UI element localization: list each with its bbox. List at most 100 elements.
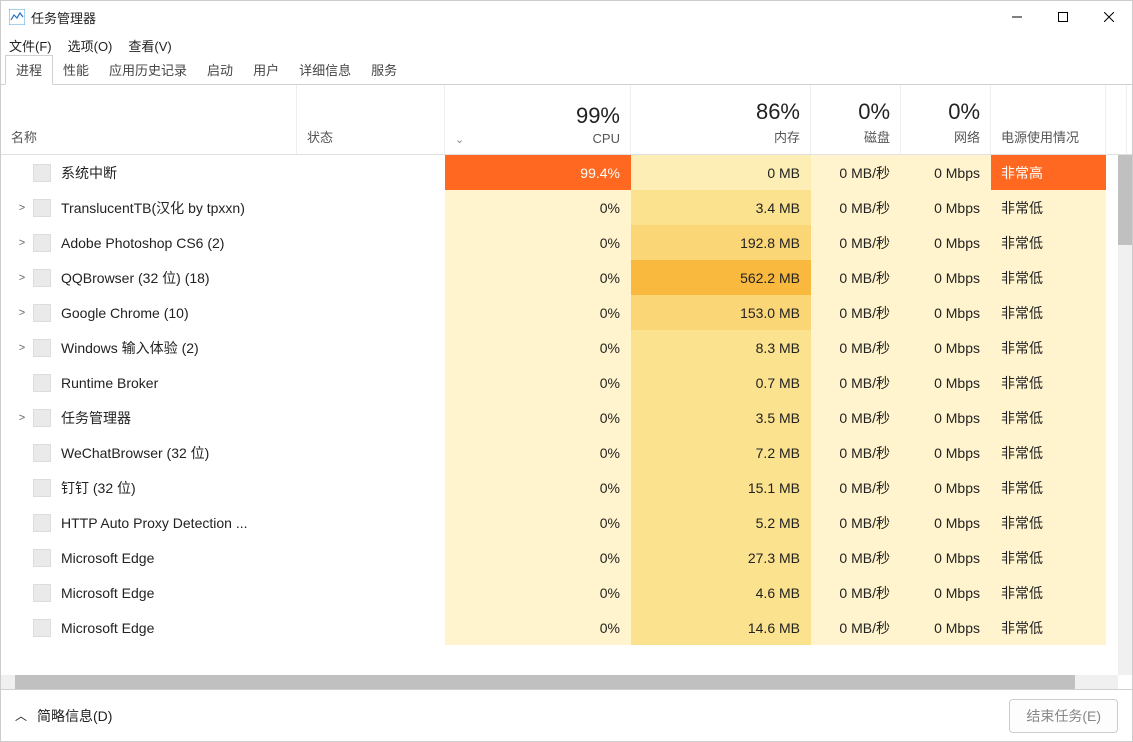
cell-network: 0 Mbps <box>901 435 991 470</box>
cell-memory: 5.2 MB <box>631 505 811 540</box>
expand-chevron-icon[interactable]: > <box>11 342 33 354</box>
table-row[interactable]: 钉钉 (32 位)0%15.1 MB0 MB/秒0 Mbps非常低 <box>1 470 1132 505</box>
cell-cpu: 0% <box>445 400 631 435</box>
column-label: 状态 <box>307 127 434 146</box>
cell-power: 非常低 <box>991 470 1106 505</box>
cell-disk: 0 MB/秒 <box>811 470 901 505</box>
cell-memory: 153.0 MB <box>631 295 811 330</box>
tab-performance[interactable]: 性能 <box>53 56 99 84</box>
table-row[interactable]: Microsoft Edge0%4.6 MB0 MB/秒0 Mbps非常低 <box>1 575 1132 610</box>
maximize-button[interactable] <box>1040 1 1086 33</box>
cell-status <box>297 470 445 505</box>
cell-memory: 14.6 MB <box>631 610 811 645</box>
menubar: 文件(F) 选项(O) 查看(V) <box>1 33 1132 57</box>
cell-cpu: 0% <box>445 295 631 330</box>
process-icon <box>33 234 51 252</box>
cell-cpu: 0% <box>445 610 631 645</box>
cell-memory: 15.1 MB <box>631 470 811 505</box>
column-header-name[interactable]: 名称 <box>1 85 297 154</box>
cell-disk: 0 MB/秒 <box>811 155 901 190</box>
process-name: 钉钉 (32 位) <box>61 478 136 498</box>
process-name: Microsoft Edge <box>61 550 154 566</box>
cell-network: 0 Mbps <box>901 225 991 260</box>
vertical-scrollbar[interactable] <box>1118 155 1132 675</box>
expand-chevron-icon[interactable]: > <box>11 307 33 319</box>
column-label: 名称 <box>11 127 286 146</box>
cell-status <box>297 365 445 400</box>
cell-name: WeChatBrowser (32 位) <box>1 435 297 470</box>
cell-disk: 0 MB/秒 <box>811 575 901 610</box>
column-header-cpu[interactable]: ⌄ 99% CPU <box>445 85 631 154</box>
cell-network: 0 Mbps <box>901 295 991 330</box>
disk-total-pct: 0% <box>858 99 890 125</box>
table-row[interactable]: Microsoft Edge0%27.3 MB0 MB/秒0 Mbps非常低 <box>1 540 1132 575</box>
tab-users[interactable]: 用户 <box>243 56 289 84</box>
column-header-disk[interactable]: 0% 磁盘 <box>811 85 901 154</box>
menu-options[interactable]: 选项(O) <box>68 36 113 55</box>
cell-status <box>297 155 445 190</box>
table-row[interactable]: >Adobe Photoshop CS6 (2)0%192.8 MB0 MB/秒… <box>1 225 1132 260</box>
table-row[interactable]: >QQBrowser (32 位) (18)0%562.2 MB0 MB/秒0 … <box>1 260 1132 295</box>
cell-power: 非常低 <box>991 575 1106 610</box>
table-row[interactable]: >TranslucentTB(汉化 by tpxxn)0%3.4 MB0 MB/… <box>1 190 1132 225</box>
vertical-scrollbar-thumb[interactable] <box>1118 155 1132 245</box>
cell-cpu: 0% <box>445 470 631 505</box>
horizontal-scrollbar-thumb[interactable] <box>15 675 1075 689</box>
tab-startup[interactable]: 启动 <box>197 56 243 84</box>
column-header-status[interactable]: 状态 <box>297 85 445 154</box>
process-icon <box>33 199 51 217</box>
tab-services[interactable]: 服务 <box>361 56 407 84</box>
minimize-button[interactable] <box>994 1 1040 33</box>
table-row[interactable]: >Google Chrome (10)0%153.0 MB0 MB/秒0 Mbp… <box>1 295 1132 330</box>
column-header-power[interactable]: 电源使用情况 <box>991 85 1106 154</box>
cell-cpu: 0% <box>445 260 631 295</box>
process-name: QQBrowser (32 位) (18) <box>61 268 210 288</box>
network-total-pct: 0% <box>948 99 980 125</box>
tab-app-history[interactable]: 应用历史记录 <box>99 56 197 84</box>
table-row[interactable]: Runtime Broker0%0.7 MB0 MB/秒0 Mbps非常低 <box>1 365 1132 400</box>
process-icon <box>33 269 51 287</box>
cell-power: 非常低 <box>991 295 1106 330</box>
table-row[interactable]: WeChatBrowser (32 位)0%7.2 MB0 MB/秒0 Mbps… <box>1 435 1132 470</box>
titlebar: 任务管理器 <box>1 1 1132 33</box>
fewer-details-toggle[interactable]: ︿ 简略信息(D) <box>15 706 112 726</box>
table-row[interactable]: 系统中断99.4%0 MB0 MB/秒0 Mbps非常高 <box>1 155 1132 190</box>
cell-disk: 0 MB/秒 <box>811 505 901 540</box>
cell-disk: 0 MB/秒 <box>811 540 901 575</box>
cell-name: > Windows 输入体验 (2) <box>1 330 297 365</box>
cell-network: 0 Mbps <box>901 330 991 365</box>
cell-power: 非常低 <box>991 190 1106 225</box>
table-row[interactable]: HTTP Auto Proxy Detection ...0%5.2 MB0 M… <box>1 505 1132 540</box>
menu-file[interactable]: 文件(F) <box>9 36 52 55</box>
end-task-button[interactable]: 结束任务(E) <box>1009 699 1118 733</box>
cell-name: >任务管理器 <box>1 400 297 435</box>
menu-view[interactable]: 查看(V) <box>128 36 171 55</box>
table-row[interactable]: >任务管理器0%3.5 MB0 MB/秒0 Mbps非常低 <box>1 400 1132 435</box>
cell-memory: 0 MB <box>631 155 811 190</box>
column-label: CPU <box>593 131 620 146</box>
table-row[interactable]: >Windows 输入体验 (2)0%8.3 MB0 MB/秒0 Mbps非常低 <box>1 330 1132 365</box>
expand-chevron-icon[interactable]: > <box>11 272 33 284</box>
window-controls <box>994 1 1132 33</box>
process-name: Windows 输入体验 (2) <box>61 338 199 358</box>
horizontal-scrollbar[interactable] <box>1 675 1118 689</box>
column-header-network[interactable]: 0% 网络 <box>901 85 991 154</box>
cell-status <box>297 260 445 295</box>
process-name: Microsoft Edge <box>61 620 154 636</box>
close-button[interactable] <box>1086 1 1132 33</box>
cell-cpu: 0% <box>445 540 631 575</box>
cell-status <box>297 225 445 260</box>
expand-chevron-icon[interactable]: > <box>11 237 33 249</box>
process-name: Runtime Broker <box>61 375 158 391</box>
cell-status <box>297 505 445 540</box>
cell-name: Microsoft Edge <box>1 610 297 645</box>
tab-details[interactable]: 详细信息 <box>289 56 361 84</box>
cell-disk: 0 MB/秒 <box>811 365 901 400</box>
cell-power: 非常低 <box>991 260 1106 295</box>
table-row[interactable]: Microsoft Edge0%14.6 MB0 MB/秒0 Mbps非常低 <box>1 610 1132 645</box>
expand-chevron-icon[interactable]: > <box>11 412 33 424</box>
tab-processes[interactable]: 进程 <box>5 55 53 85</box>
column-header-memory[interactable]: 86% 内存 <box>631 85 811 154</box>
cell-power: 非常低 <box>991 365 1106 400</box>
expand-chevron-icon[interactable]: > <box>11 202 33 214</box>
